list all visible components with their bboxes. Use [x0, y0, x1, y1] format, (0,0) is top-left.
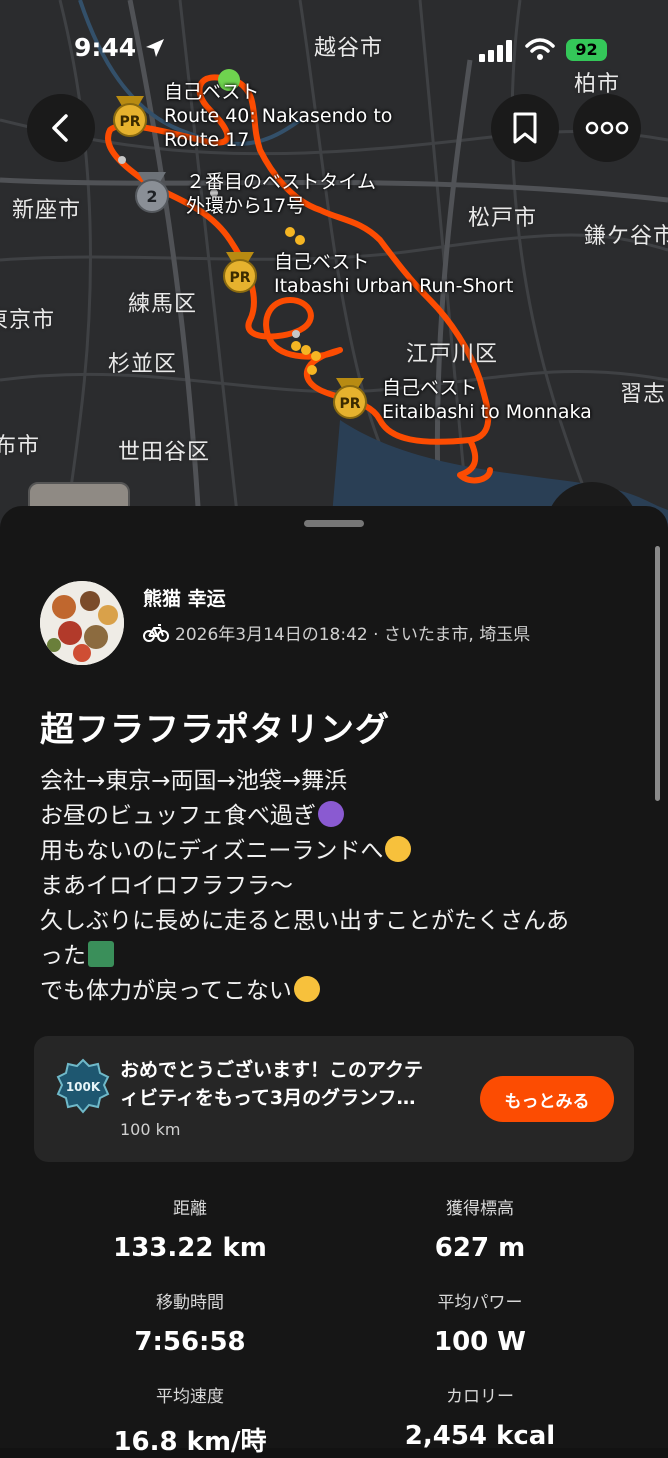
place-label: 習志 — [620, 382, 667, 407]
stat-label: 移動時間 — [156, 1293, 224, 1313]
segment-label-line: 自己ベスト — [274, 251, 370, 273]
place-label: 世田谷区 — [118, 440, 211, 465]
activity-meta-text: 2026年3月14日の18:42 · さいたま市, 埼玉県 — [175, 625, 531, 645]
stat-elevation: 獲得標高 627 m — [330, 1194, 630, 1263]
activity-sheet: 熊猫 幸运 2026年3月14日の18:42 · さいたま市, 埼玉県 超フラフ… — [0, 506, 668, 1457]
back-button[interactable] — [27, 94, 95, 162]
bookmark-icon — [513, 112, 537, 144]
segment-label-line: Route 17 — [164, 129, 250, 151]
place-label: 江戸川区 — [406, 342, 499, 367]
activity-meta: 2026年3月14日の18:42 · さいたま市, 埼玉県 — [143, 620, 530, 645]
chevron-left-icon — [52, 114, 68, 142]
segment-label-line: 自己ベスト — [382, 377, 478, 399]
segment-label[interactable]: 自己ベスト Itabashi Urban Run-Short — [274, 250, 513, 298]
stat-value: 100 W — [433, 1327, 526, 1357]
status-time: 9:44 — [74, 33, 137, 62]
stat-avg-speed: 平均速度 16.8 km/時 — [40, 1382, 340, 1458]
silver-medal-icon[interactable]: 2 — [130, 170, 174, 214]
stat-avg-power: 平均パワー 100 W — [330, 1288, 630, 1357]
segment-label-line: Route 40: Nakasendo to — [164, 105, 393, 127]
stat-label: 距離 — [173, 1199, 207, 1219]
pr-medal-icon[interactable]: PR — [328, 376, 372, 420]
badge-text: PR — [339, 396, 360, 412]
description-line: 久しぶりに長めに走ると思い出すことがたくさんあ — [40, 908, 569, 934]
badge-text: PR — [119, 114, 140, 130]
sheet-grabber[interactable] — [304, 520, 364, 527]
stat-value: 2,454 kcal — [404, 1421, 556, 1451]
location-arrow-icon — [146, 39, 164, 57]
badge-text: 2 — [146, 187, 157, 206]
place-label: 新座市 — [12, 198, 82, 223]
crying-face-emoji-icon — [293, 976, 320, 1002]
challenge-distance: 100 km — [120, 1120, 181, 1139]
segment-label[interactable]: ２番目のベストタイム 外環から17号 — [186, 170, 376, 218]
stat-value: 7:56:58 — [134, 1327, 246, 1357]
segment-label-line: Itabashi Urban Run-Short — [274, 275, 514, 297]
more-options-button[interactable] — [573, 94, 641, 162]
badge-text: 100K — [66, 1080, 101, 1094]
activity-title: 超フラフラポタリング — [40, 710, 390, 750]
description-line: まあイロイロフラフラ〜 — [40, 873, 293, 899]
battery-indicator: 92 — [566, 39, 607, 61]
stat-distance: 距離 133.22 km — [40, 1194, 340, 1263]
books-emoji-icon — [88, 941, 114, 967]
no-gesture-emoji-icon — [318, 801, 344, 827]
place-label: 杉並区 — [108, 352, 178, 377]
stat-value: 133.22 km — [113, 1233, 267, 1263]
avatar[interactable] — [40, 581, 124, 665]
description-line: お昼のビュッフェ食べ過ぎ — [40, 799, 640, 834]
description-line: 用もないのにディズニーランドへ — [40, 834, 640, 869]
badge-text: PR — [229, 270, 250, 286]
description-line: でも体力が戻ってこない — [40, 974, 640, 1009]
wifi-icon — [525, 38, 555, 60]
place-label: 松戸市 — [468, 206, 538, 231]
place-label: 布市 — [0, 434, 41, 459]
stat-value: 627 m — [434, 1233, 526, 1263]
pr-medal-icon[interactable]: PR — [218, 250, 262, 294]
place-label: 練馬区 — [128, 292, 198, 317]
segment-label-line: ２番目のベストタイム — [186, 171, 377, 193]
stat-label: 平均速度 — [156, 1387, 224, 1407]
stat-label: 獲得標高 — [446, 1199, 514, 1219]
stat-value: 16.8 km/時 — [113, 1427, 267, 1457]
challenge-message: おめでとうございます！このアクテ ィビティをもって3月のグランフ… — [120, 1059, 424, 1109]
stat-label: 平均パワー — [437, 1293, 523, 1313]
status-bar: 9:44 92 — [0, 0, 668, 96]
more-icon — [585, 121, 629, 135]
activity-description: 会社→東京→両国→池袋→舞浜 お昼のビュッフェ食べ過ぎ 用もないのにディズニーラ… — [40, 764, 640, 1009]
hugging-face-emoji-icon — [385, 836, 412, 862]
stat-moving-time: 移動時間 7:56:58 — [40, 1288, 340, 1357]
description-line: 会社→東京→両国→池袋→舞浜 — [40, 768, 348, 794]
athlete-name[interactable]: 熊猫 幸运 — [143, 584, 226, 611]
stat-calories: カロリー 2,454 kcal — [330, 1382, 630, 1451]
bookmark-button[interactable] — [491, 94, 559, 162]
place-label: 鎌ケ谷市 — [584, 224, 668, 249]
cellular-signal-icon — [479, 40, 512, 62]
challenge-badge-icon: 100K — [56, 1058, 110, 1114]
avatar-image — [40, 581, 124, 665]
bicycle-icon — [143, 623, 169, 642]
stat-label: カロリー — [446, 1387, 514, 1407]
description-line: った — [40, 939, 640, 974]
pr-medal-icon[interactable]: PR — [108, 94, 152, 138]
challenge-card[interactable]: 100K おめでとうございます！このアクテ ィビティをもって3月のグランフ… 1… — [34, 1036, 634, 1162]
see-more-button[interactable]: もっとみる — [480, 1076, 614, 1122]
route-map[interactable]: 越谷市 柏市 新座市 松戸市 鎌ケ谷市 練馬区 東京市 杉並区 江戸川区 習志 … — [0, 0, 668, 540]
segment-label-line: 外環から17号 — [186, 195, 306, 217]
segment-label-line: Eitaibashi to Monnaka — [382, 401, 592, 423]
scrollbar[interactable] — [655, 546, 660, 801]
segment-label[interactable]: 自己ベスト Eitaibashi to Monnaka — [382, 376, 592, 424]
place-label: 東京市 — [0, 308, 56, 333]
